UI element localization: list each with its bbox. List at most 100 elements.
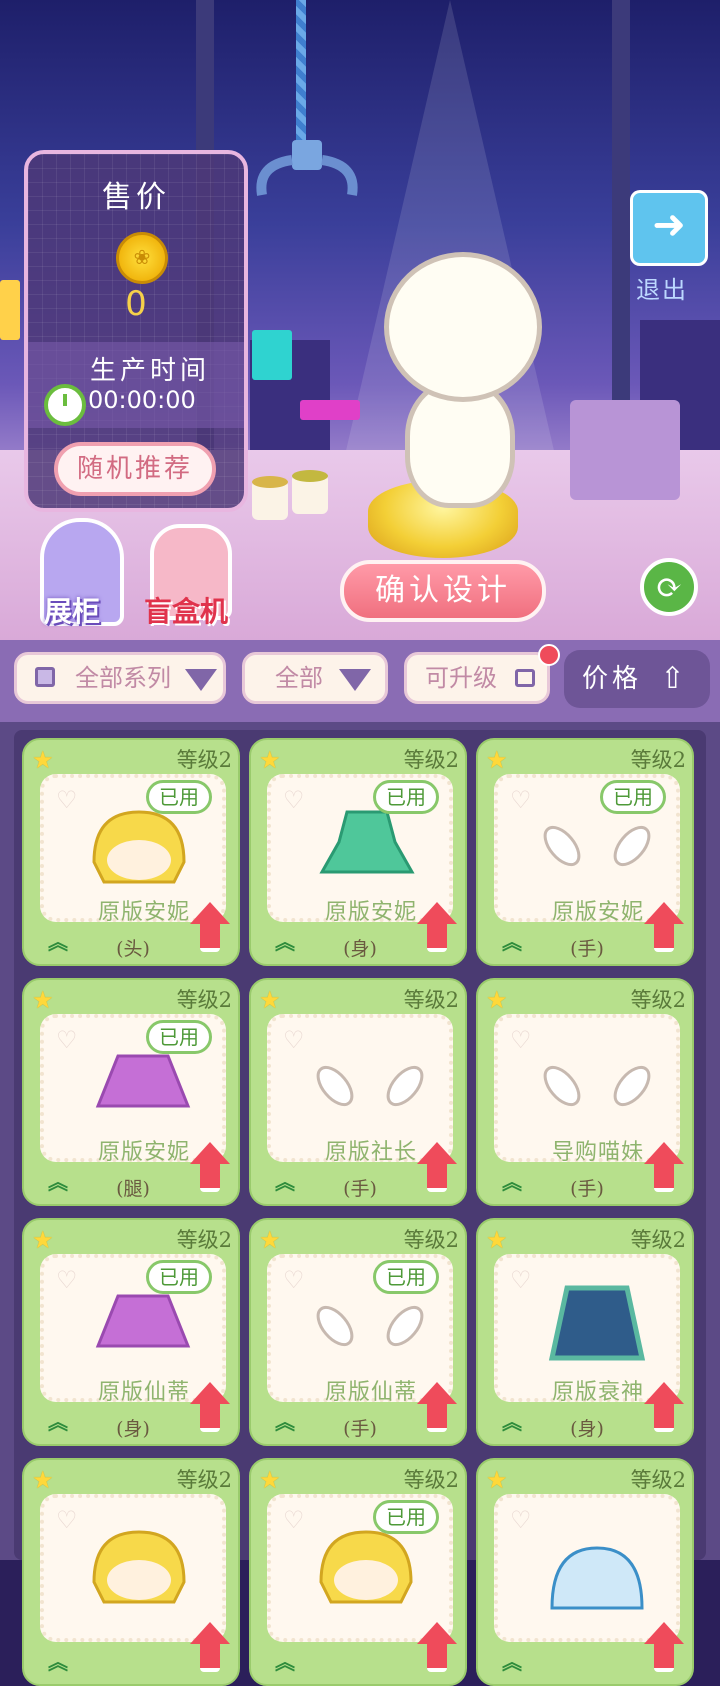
in-use-badge: 已用 (373, 1500, 439, 1534)
item-card[interactable]: ★ 等级2 ♡ 原版衰神 ︽ (身) (476, 1218, 694, 1446)
hair-item-icon (92, 810, 186, 884)
item-preview: ♡ 已用 (267, 1494, 453, 1642)
item-card[interactable]: ★ 等级2 ♡ 原版社长 ︽ (手) (249, 978, 467, 1206)
item-level: 等级2 (176, 748, 232, 772)
in-use-badge: 已用 (600, 780, 666, 814)
checkbox-icon (515, 669, 535, 687)
heart-icon[interactable]: ♡ (283, 1266, 305, 1294)
item-level: 等级2 (630, 1228, 686, 1252)
item-card[interactable]: ★ 等级2 ♡ 导购喵妹 ︽ (手) (476, 978, 694, 1206)
price-value: 0 (125, 284, 147, 324)
star-icon: ★ (32, 746, 54, 774)
type-filter-label: 全部 (275, 664, 323, 692)
in-use-badge: 已用 (146, 1020, 212, 1054)
upgrade-arrow-icon[interactable] (190, 902, 230, 952)
heart-icon[interactable]: ♡ (283, 1506, 305, 1534)
upgrade-arrow-icon[interactable] (417, 902, 457, 952)
item-level: 等级2 (630, 988, 686, 1012)
item-card[interactable]: ★ 等级2 ♡ 已用 原版安妮 ︽ (腿) (22, 978, 240, 1206)
item-preview: ♡ (494, 1494, 680, 1642)
upgrade-arrow-icon[interactable] (644, 902, 684, 952)
upgrade-arrow-icon[interactable] (644, 1622, 684, 1672)
item-card[interactable]: ★ 等级2 ♡ 已用 ︽ (249, 1458, 467, 1686)
exit-arrow-icon[interactable]: ➜ (630, 190, 708, 266)
item-preview: ♡ 已用 原版安妮 (40, 1014, 226, 1165)
skirt-item-icon (95, 1294, 191, 1348)
item-preview: ♡ 已用 原版仙蒂 (267, 1254, 453, 1405)
item-card[interactable]: ★ 等级2 ♡ 已用 原版仙蒂 ︽ (身) (22, 1218, 240, 1446)
item-preview: ♡ (40, 1494, 226, 1642)
heart-icon[interactable]: ♡ (510, 786, 532, 814)
item-level: 等级2 (630, 1468, 686, 1492)
heart-icon[interactable]: ♡ (510, 1506, 532, 1534)
star-icon: ★ (259, 1466, 281, 1494)
upgrade-arrow-icon[interactable] (644, 1382, 684, 1432)
series-filter-dropdown[interactable]: 全部系列 (14, 652, 226, 704)
upgrade-arrow-icon[interactable] (417, 1142, 457, 1192)
showcase-label[interactable]: 展柜 (44, 590, 100, 630)
type-filter-dropdown[interactable]: 全部 (242, 652, 388, 704)
rank-chevron-icon: ︽ (48, 1650, 68, 1674)
neon-sign (300, 400, 360, 420)
blindbox-machine-label[interactable]: 盲盒机 (144, 590, 228, 630)
item-card[interactable]: ★ 等级2 ♡ 已用 原版安妮 ︽ (头) (22, 738, 240, 966)
rank-chevron-icon: ︽ (502, 1650, 522, 1674)
heart-icon[interactable]: ♡ (56, 1266, 78, 1294)
exit-label[interactable]: 退出 (636, 270, 688, 305)
star-icon: ★ (486, 746, 508, 774)
item-preview: ♡ 已用 原版安妮 (267, 774, 453, 925)
upgrade-arrow-icon[interactable] (190, 1142, 230, 1192)
in-use-badge: 已用 (373, 780, 439, 814)
heart-icon[interactable]: ♡ (283, 786, 305, 814)
sort-ascending-icon: ⇧ (660, 661, 690, 696)
heart-icon[interactable]: ♡ (56, 1506, 78, 1534)
star-icon: ★ (32, 986, 54, 1014)
item-level: 等级2 (176, 1228, 232, 1252)
coin-icon: ❀ (116, 232, 168, 284)
heart-icon[interactable]: ♡ (510, 1026, 532, 1054)
item-card[interactable]: ★ 等级2 ♡ ︽ (22, 1458, 240, 1686)
notification-dot (538, 644, 560, 666)
series-filter-label: 全部系列 (75, 664, 171, 692)
item-card[interactable]: ★ 等级2 ♡ 已用 原版安妮 ︽ (手) (476, 738, 694, 966)
item-preview: ♡ 原版社长 (267, 1014, 453, 1165)
heart-icon[interactable]: ♡ (56, 786, 78, 814)
hands-item-icon (316, 1065, 424, 1107)
refresh-icon[interactable]: ⟳ (640, 558, 698, 616)
claw-icon (256, 140, 358, 196)
price-sort-label: 价格 (582, 664, 643, 694)
upgrade-arrow-icon[interactable] (644, 1142, 684, 1192)
in-use-badge: 已用 (146, 1260, 212, 1294)
production-time-label: 生产时间 (90, 356, 211, 386)
dress-item-icon (319, 810, 415, 874)
series-icon (35, 667, 55, 687)
paint-pots (252, 470, 328, 520)
heart-icon[interactable]: ♡ (510, 1266, 532, 1294)
hands-item-icon (543, 825, 651, 867)
upgradable-filter-label: 可升级 (425, 664, 497, 692)
confirm-design-button[interactable]: 确认设计 (340, 560, 546, 622)
random-recommend-button[interactable]: 随机推荐 (54, 442, 216, 496)
upgradable-filter-toggle[interactable]: 可升级 (404, 652, 550, 704)
item-card[interactable]: ★ 等级2 ♡ 已用 原版仙蒂 ︽ (手) (249, 1218, 467, 1446)
item-preview: ♡ 已用 原版仙蒂 (40, 1254, 226, 1405)
item-preview: ♡ 已用 原版安妮 (40, 774, 226, 925)
production-time-value: 00:00:00 (88, 386, 196, 414)
item-preview: ♡ 已用 原版安妮 (494, 774, 680, 925)
upgrade-arrow-icon[interactable] (190, 1382, 230, 1432)
star-icon: ★ (486, 1466, 508, 1494)
item-card[interactable]: ★ 等级2 ♡ ︽ (476, 1458, 694, 1686)
item-level: 等级2 (176, 988, 232, 1012)
neon-sign (0, 280, 20, 340)
hair-item-icon (92, 1530, 186, 1604)
heart-icon[interactable]: ♡ (283, 1026, 305, 1054)
upgrade-arrow-icon[interactable] (417, 1382, 457, 1432)
price-sort-button[interactable]: 价格 ⇧ (564, 650, 710, 708)
heart-icon[interactable]: ♡ (56, 1026, 78, 1054)
neon-sign (252, 330, 292, 380)
item-card[interactable]: ★ 等级2 ♡ 已用 原版安妮 ︽ (身) (249, 738, 467, 966)
chevron-down-icon (185, 669, 217, 691)
chevron-down-icon (339, 669, 371, 691)
upgrade-arrow-icon[interactable] (417, 1622, 457, 1672)
upgrade-arrow-icon[interactable] (190, 1622, 230, 1672)
